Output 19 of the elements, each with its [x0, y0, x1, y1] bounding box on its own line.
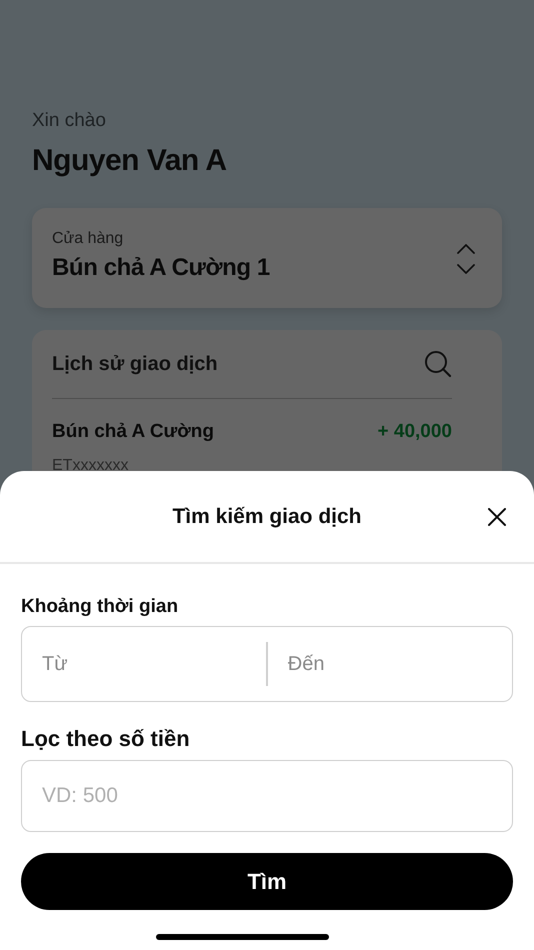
amount-filter-label: Lọc theo số tiền: [21, 726, 191, 752]
history-title: Lịch sử giao dịch: [52, 352, 218, 376]
amount-input[interactable]: VD: 500: [21, 760, 513, 832]
transaction-code: ETxxxxxxx: [52, 457, 130, 475]
sheet-title: Tìm kiếm giao dịch: [172, 504, 362, 528]
search-icon[interactable]: [424, 350, 452, 378]
chevron-up-down-icon: [456, 242, 476, 276]
transaction-amount: + 40,000: [378, 421, 452, 443]
close-icon[interactable]: [488, 508, 506, 526]
store-label: Cửa hàng: [52, 230, 124, 248]
transaction-name: Bún chả A Cường: [52, 421, 214, 443]
greeting-text: Xin chào: [32, 110, 107, 132]
to-date-input[interactable]: Đến: [268, 652, 512, 676]
user-name: Nguyen Van A: [32, 144, 228, 178]
search-button[interactable]: Tìm: [21, 853, 513, 910]
from-date-input[interactable]: Từ: [22, 652, 266, 676]
date-range-field[interactable]: Từ Đến: [21, 626, 513, 702]
store-name: Bún chả A Cường 1: [52, 254, 270, 282]
time-range-label: Khoảng thời gian: [21, 596, 180, 618]
